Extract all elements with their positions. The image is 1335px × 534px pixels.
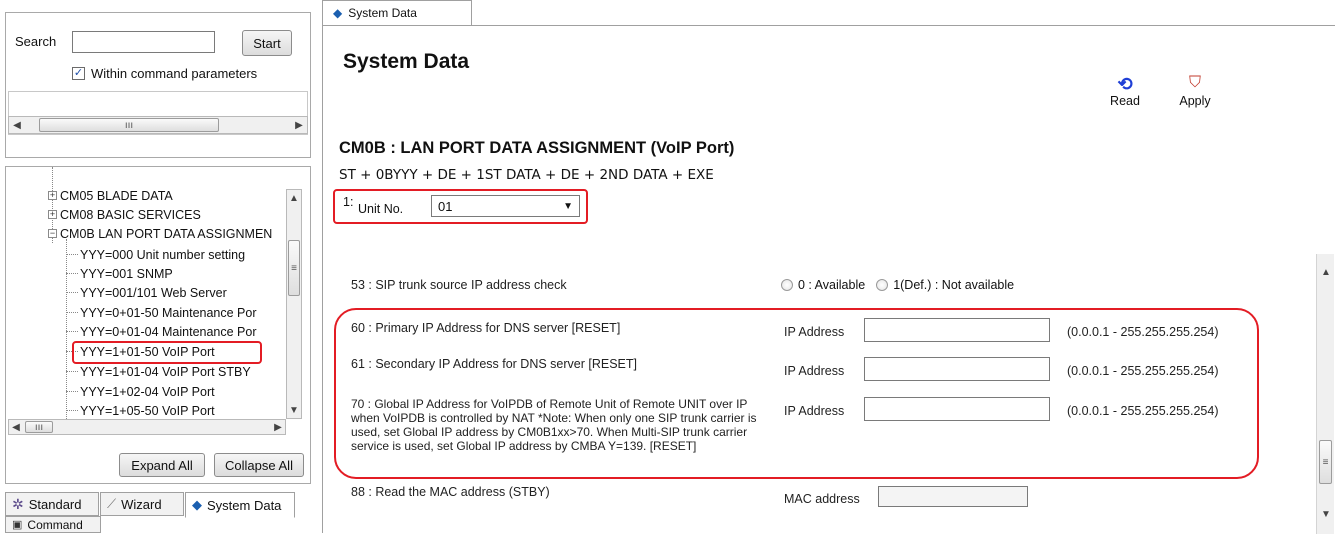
tree-item-maint-04[interactable]: YYY=0+01-04 Maintenance Por (66, 322, 257, 341)
tree-item-voip-1-05-50[interactable]: YYY=1+05-50 VoIP Port (66, 401, 215, 420)
search-results-hscrollbar[interactable]: ◀ ııı ▶ (8, 116, 308, 134)
tree-item-voip-1-02-04[interactable]: YYY=1+02-04 VoIP Port (66, 382, 215, 401)
mac-address-field (878, 486, 1028, 507)
stamp-icon: ⛉ (1188, 74, 1201, 91)
search-input[interactable] (72, 31, 215, 53)
scroll-right-icon[interactable]: ▶ (291, 117, 307, 133)
command-format: ST + 0BYYY + DE + 1ST DATA + DE + 2ND DA… (339, 167, 714, 183)
left-navigation-pane: Search Start ✓ Within command parameters… (0, 0, 318, 533)
wand-icon: ⟋ (107, 496, 117, 511)
expand-icon[interactable]: + (48, 191, 57, 200)
scroll-thumb[interactable]: ııı (39, 118, 219, 132)
dns-fields-highlight (334, 308, 1259, 479)
scroll-thumb[interactable]: ≡ (288, 240, 300, 296)
form-vscrollbar[interactable]: ▲ ≡ ▼ (1316, 254, 1334, 534)
unit-no-highlight (333, 189, 588, 224)
cube-icon: ◆ (333, 6, 343, 20)
page-title: System Data (343, 50, 470, 73)
radio-not-available[interactable] (876, 279, 889, 291)
tree-item-cm0b[interactable]: − CM0B LAN PORT DATA ASSIGNMEN (48, 224, 272, 243)
refresh-icon: ⟲ (1117, 74, 1133, 94)
tree-item-yyy001-web[interactable]: YYY=001/101 Web Server (66, 283, 227, 302)
start-button[interactable]: Start (242, 30, 292, 56)
within-command-parameters-checkbox[interactable]: ✓ (72, 67, 85, 80)
apply-button[interactable]: ⛉ Apply (1173, 72, 1217, 114)
expand-icon[interactable]: + (48, 210, 57, 219)
scroll-down-icon[interactable]: ▼ (287, 404, 301, 416)
row-53-options: 0 : Available 1(Def.) : Not available (781, 278, 1014, 292)
tree-item-cm08[interactable]: + CM08 BASIC SERVICES (48, 205, 201, 224)
scroll-left-icon[interactable]: ◀ (9, 117, 25, 133)
tab-standard[interactable]: ✲ Standard (5, 492, 99, 516)
row-88-label: 88 : Read the MAC address (STBY) (351, 485, 550, 499)
tree-item-yyy001-snmp[interactable]: YYY=001 SNMP (66, 264, 173, 283)
scroll-thumb[interactable]: ııı (25, 421, 53, 433)
scroll-down-icon[interactable]: ▼ (1319, 508, 1333, 520)
main-content-pane: ◆ System Data System Data ⟲ Read ⛉ Apply… (322, 0, 1335, 534)
command-tree: + CM05 BLADE DATA + CM08 BASIC SERVICES … (6, 167, 286, 433)
collapse-all-button[interactable]: Collapse All (214, 453, 304, 477)
tab-command[interactable]: ▣ Command (5, 516, 101, 533)
command-tree-panel: + CM05 BLADE DATA + CM08 BASIC SERVICES … (5, 166, 311, 484)
scroll-thumb[interactable]: ≡ (1319, 440, 1332, 484)
tree-hscrollbar[interactable]: ◀ ııı ▶ (8, 419, 286, 435)
search-label: Search (15, 34, 57, 49)
tree-vscrollbar[interactable]: ▲ ≡ ▼ (286, 189, 302, 419)
within-command-parameters-label: Within command parameters (91, 66, 258, 81)
radio-available[interactable] (781, 279, 793, 291)
within-command-parameters-option[interactable]: ✓ Within command parameters (72, 66, 257, 81)
tree-item-yyy000[interactable]: YYY=000 Unit number setting (66, 245, 245, 264)
tab-system-data[interactable]: ◆ System Data (185, 492, 295, 518)
tab-wizard[interactable]: ⟋ Wizard (100, 492, 184, 516)
tree-item-voip-stby[interactable]: YYY=1+01-04 VoIP Port STBY (66, 362, 251, 381)
gear-icon: ✲ (12, 495, 24, 512)
system-data-form: System Data ⟲ Read ⛉ Apply CM0B : LAN PO… (322, 25, 1335, 534)
tab-system-data-document[interactable]: ◆ System Data (322, 0, 472, 25)
cube-icon: ◆ (192, 497, 202, 512)
selected-item-highlight (72, 341, 262, 364)
collapse-icon[interactable]: − (48, 229, 57, 238)
scroll-right-icon[interactable]: ▶ (271, 420, 285, 434)
scroll-up-icon[interactable]: ▲ (1319, 266, 1333, 278)
tree-item-maint-50[interactable]: YYY=0+01-50 Maintenance Por (66, 303, 257, 322)
tree-item-cm05[interactable]: + CM05 BLADE DATA (48, 186, 173, 205)
search-panel: Search Start ✓ Within command parameters… (5, 12, 311, 158)
row-53-label: 53 : SIP trunk source IP address check (351, 278, 567, 292)
scroll-up-icon[interactable]: ▲ (287, 192, 301, 204)
terminal-icon: ▣ (12, 519, 23, 531)
scroll-left-icon[interactable]: ◀ (9, 420, 23, 434)
read-button[interactable]: ⟲ Read (1105, 74, 1145, 114)
expand-all-button[interactable]: Expand All (119, 453, 205, 477)
row-88-field-label: MAC address (784, 492, 860, 506)
section-title: CM0B : LAN PORT DATA ASSIGNMENT (VoIP Po… (339, 139, 735, 157)
